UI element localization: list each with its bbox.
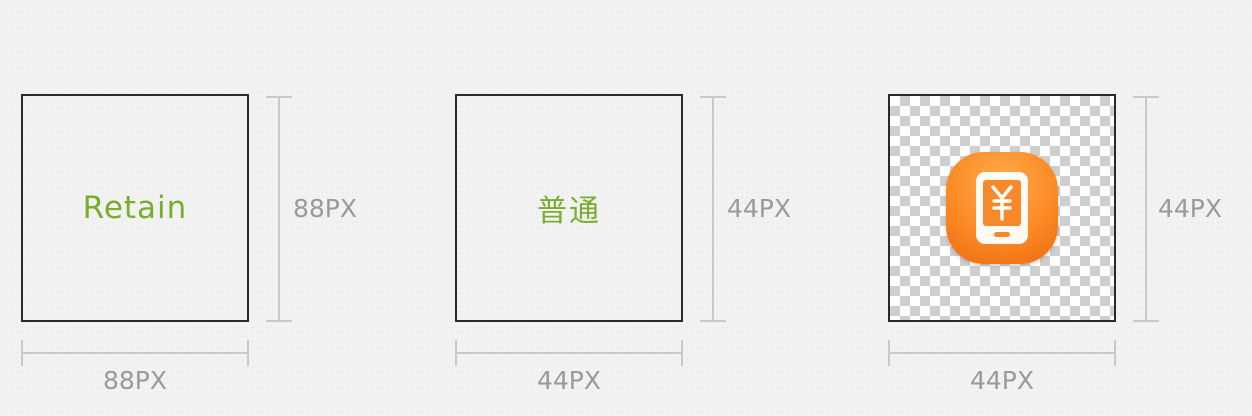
width-measure: [21, 340, 249, 366]
height-measure: [266, 96, 292, 322]
phone-yuan-icon: [946, 152, 1058, 264]
phone-yuan-glyph: [976, 172, 1028, 244]
normal-box: 普通: [455, 94, 683, 322]
retain-label: Retain: [82, 190, 188, 226]
width-dimension-label: 88PX: [102, 366, 167, 395]
icon-panel: 44PX 44PX: [888, 0, 1252, 416]
height-measure: [1133, 96, 1159, 322]
height-dimension-label: 88PX: [293, 194, 358, 223]
height-dimension-label: 44PX: [1158, 194, 1223, 223]
height-measure: [700, 96, 726, 322]
normal-label: 普通: [537, 194, 601, 229]
width-dimension-label: 44PX: [969, 366, 1034, 395]
height-dimension-label: 44PX: [727, 194, 792, 223]
width-dimension-label: 44PX: [536, 366, 601, 395]
normal-panel: 普通 44PX 44PX: [455, 0, 855, 416]
retain-panel: Retain 88PX 88PX: [21, 0, 421, 416]
transparent-canvas-box: [888, 94, 1116, 322]
width-measure: [455, 340, 683, 366]
width-measure: [888, 340, 1116, 366]
retain-box: Retain: [21, 94, 249, 322]
